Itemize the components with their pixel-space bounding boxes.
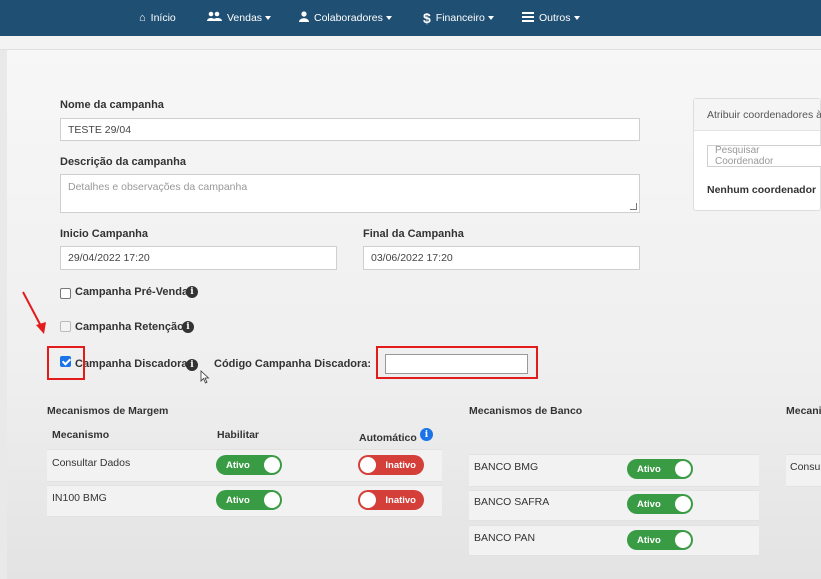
coordenador-empty-text: Nenhum coordenador: [707, 184, 817, 196]
resize-handle-icon[interactable]: [630, 203, 637, 210]
toggle-label: Ativo: [637, 463, 661, 475]
nav-vendas[interactable]: Vendas: [207, 0, 272, 36]
highlight-box-code-input: [376, 346, 538, 379]
nome-input[interactable]: TESTE 29/04: [60, 118, 640, 141]
habilitar-toggle[interactable]: Ativo: [216, 455, 282, 475]
descricao-textarea[interactable]: Detalhes e observações da campanha: [60, 174, 640, 213]
nome-label: Nome da campanha: [60, 99, 164, 111]
toggle-label: Ativo: [637, 498, 661, 510]
banco-toggle[interactable]: Ativo: [627, 494, 693, 514]
dollar-icon: $: [423, 10, 431, 26]
coordenadores-card: Atribuir coordenadores à Pesquisar Coord…: [693, 98, 821, 211]
retencao-label: Campanha Retenção: [75, 321, 184, 333]
toggle-label: Inativo: [385, 459, 416, 471]
header-mecanismo: Mecanismo: [52, 429, 110, 441]
banco-toggle[interactable]: Ativo: [627, 530, 693, 550]
automatico-toggle[interactable]: Inativo: [358, 490, 424, 510]
nav-colaboradores[interactable]: Colaboradores: [299, 0, 392, 36]
banco-name: BANCO SAFRA: [474, 496, 550, 508]
mouse-cursor-icon: [200, 370, 210, 384]
third-section-title: Mecani: [786, 405, 821, 417]
inicio-input[interactable]: 29/04/2022 17:20: [60, 246, 337, 270]
red-arrow-icon: [22, 291, 46, 334]
nav-vendas-label: Vendas: [227, 12, 263, 24]
header-habilitar: Habilitar: [217, 429, 260, 441]
pre-venda-label: Campanha Pré-Venda: [75, 286, 189, 298]
home-icon: ⌂: [139, 12, 146, 24]
codigo-discadora-label: Código Campanha Discadora:: [214, 358, 372, 370]
coordenadores-title: Atribuir coordenadores à: [707, 109, 821, 121]
info-icon[interactable]: i: [420, 428, 433, 441]
top-navbar: ⌂ Início Vendas Colaboradores $ Financei…: [0, 0, 821, 36]
nav-inicio[interactable]: ⌂ Início: [139, 0, 176, 36]
automatico-toggle[interactable]: Inativo: [358, 455, 424, 475]
nav-financeiro-label: Financeiro: [435, 12, 485, 24]
final-label: Final da Campanha: [363, 228, 464, 240]
habilitar-toggle[interactable]: Ativo: [216, 490, 282, 510]
users-icon: [207, 11, 222, 25]
highlight-box-checkbox: [47, 346, 85, 380]
info-icon[interactable]: i: [182, 321, 194, 333]
nav-inicio-label: Início: [150, 12, 176, 24]
final-input[interactable]: 03/06/2022 17:20: [363, 246, 640, 270]
chevron-down-icon: [385, 16, 392, 20]
descricao-label: Descrição da campanha: [60, 156, 186, 168]
mecanismo-name: IN100 BMG: [52, 492, 107, 504]
info-icon[interactable]: i: [186, 359, 198, 371]
banco-name: BANCO PAN: [474, 532, 536, 544]
margem-title: Mecanismos de Margem: [47, 405, 169, 417]
nav-financeiro[interactable]: $ Financeiro: [423, 0, 494, 36]
banco-title: Mecanismos de Banco: [469, 405, 583, 417]
toggle-label: Ativo: [637, 534, 661, 546]
descricao-placeholder: Detalhes e observações da campanha: [68, 181, 248, 193]
banco-name: BANCO BMG: [474, 461, 539, 473]
nav-outros[interactable]: Outros: [522, 0, 580, 36]
coordenador-search-input[interactable]: Pesquisar Coordenador: [707, 145, 821, 167]
list-icon: [522, 11, 534, 25]
inicio-label: Inicio Campanha: [60, 228, 149, 240]
pre-venda-checkbox[interactable]: [60, 288, 71, 299]
header-band: [0, 36, 821, 50]
retencao-checkbox[interactable]: [60, 321, 71, 332]
toggle-label: Ativo: [226, 459, 250, 471]
chevron-down-icon: [265, 16, 272, 20]
nav-colaboradores-label: Colaboradores: [314, 12, 383, 24]
toggle-label: Inativo: [385, 494, 416, 506]
chevron-down-icon: [573, 16, 580, 20]
banco-toggle[interactable]: Ativo: [627, 459, 693, 479]
user-icon: [299, 11, 309, 25]
nav-outros-label: Outros: [539, 12, 571, 24]
discadora-label: Campanha Discadora: [75, 358, 188, 370]
mecanismo-name: Consultar Dados: [52, 457, 131, 469]
info-icon[interactable]: i: [186, 286, 198, 298]
header-automatico: Automático: [359, 432, 417, 444]
chevron-down-icon: [487, 16, 494, 20]
third-row-name: Consu: [790, 461, 821, 473]
toggle-label: Ativo: [226, 494, 250, 506]
